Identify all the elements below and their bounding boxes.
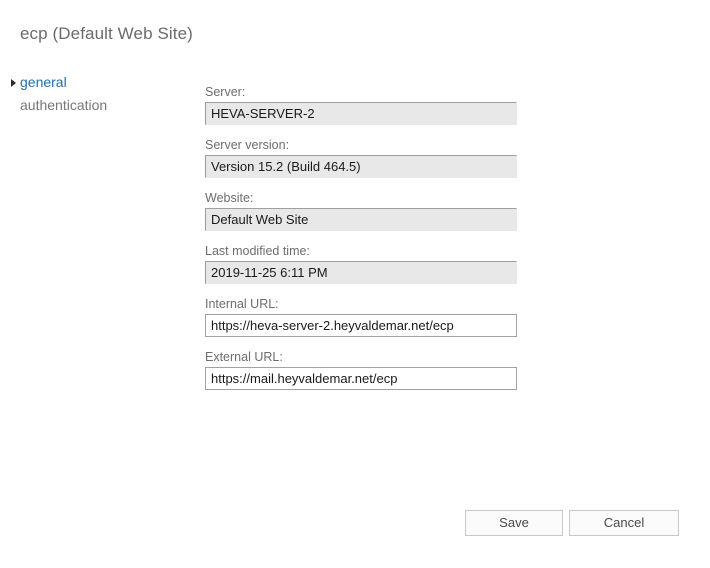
server-input: HEVA-SERVER-2 bbox=[205, 102, 517, 125]
website-input: Default Web Site bbox=[205, 208, 517, 231]
server-version-label: Server version: bbox=[205, 138, 290, 152]
page-title: ecp (Default Web Site) bbox=[20, 24, 193, 43]
field-internal-url: Internal URL: https://heva-server-2.heyva… bbox=[205, 296, 517, 337]
nav-item-label: authentication bbox=[20, 97, 108, 113]
field-website: Website: Default Web Site bbox=[205, 190, 517, 231]
external-url-label: External URL: bbox=[205, 350, 283, 364]
server-version-input: Version 15.2 (Build 464.5) bbox=[205, 155, 517, 178]
settings-form: Server: HEVA-SERVER-2 Server version: Versi… bbox=[205, 84, 517, 402]
cancel-button[interactable]: Cancel bbox=[569, 510, 679, 536]
triangle-right-icon bbox=[11, 79, 16, 87]
field-external-url: External URL: https://mail.heyvaldemar.ne… bbox=[205, 349, 517, 390]
navigation-list: general authentication bbox=[0, 71, 190, 117]
external-url-input[interactable]: https://mail.heyvaldemar.net/ecp bbox=[205, 367, 517, 390]
last-modified-time-input: 2019-11-25 6:11 PM bbox=[205, 261, 517, 284]
internal-url-label: Internal URL: bbox=[205, 297, 279, 311]
field-server-version: Server version: Version 15.2 (Build 464.5… bbox=[205, 137, 517, 178]
nav-item-label: general bbox=[20, 74, 67, 90]
field-last-modified-time: Last modified time: 2019-11-25 6:11 PM bbox=[205, 243, 517, 284]
server-label: Server: bbox=[205, 85, 246, 99]
last-modified-time-label: Last modified time: bbox=[205, 244, 310, 258]
field-server: Server: HEVA-SERVER-2 bbox=[205, 84, 517, 125]
nav-item-general[interactable]: general bbox=[0, 71, 190, 94]
footer-actions: Save Cancel bbox=[0, 510, 710, 536]
save-button[interactable]: Save bbox=[465, 510, 563, 536]
website-label: Website: bbox=[205, 191, 254, 205]
internal-url-input[interactable]: https://heva-server-2.heyvaldemar.net/ec… bbox=[205, 314, 517, 337]
nav-item-authentication[interactable]: authentication bbox=[0, 94, 190, 117]
